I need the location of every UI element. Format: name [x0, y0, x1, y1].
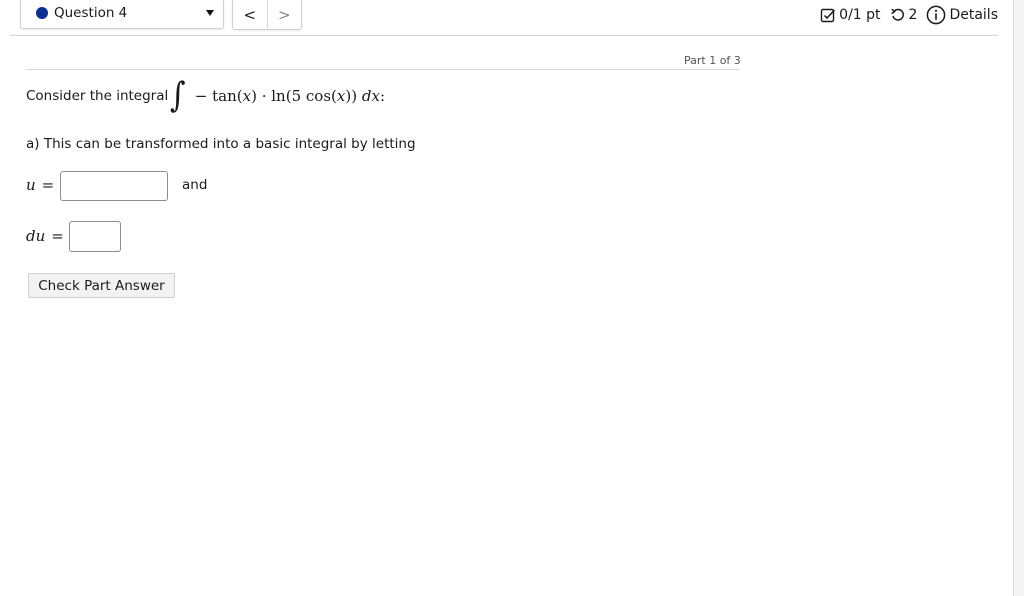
details-button[interactable]: Details: [926, 5, 998, 25]
integral-expression: ∫ − tan(x) · ln(5 cos(x)) dx:: [170, 75, 385, 116]
question-nav: < >: [232, 0, 302, 30]
retry-button[interactable]: 2: [890, 7, 918, 23]
question-select[interactable]: Question 4: [20, 0, 224, 29]
du-label: du =: [26, 227, 64, 245]
part-divider: [26, 69, 739, 70]
previous-question-button[interactable]: <: [233, 0, 267, 29]
score-text: 0/1 pt: [839, 7, 881, 23]
du-answer-input[interactable]: [69, 221, 121, 252]
question-tools: 0/1 pt 2 Details: [811, 4, 998, 26]
details-label: Details: [949, 7, 998, 23]
top-bar: Question 4 < > 0/1 pt 2 Details: [10, 0, 998, 36]
retry-icon: [890, 8, 904, 21]
u-answer-input[interactable]: [60, 171, 168, 201]
score-indicator: 0/1 pt: [820, 7, 881, 23]
scrollbar[interactable]: [1013, 0, 1024, 596]
retries-count: 2: [908, 7, 918, 23]
caret-down-icon: [206, 10, 214, 16]
question-prompt: Consider the integral: [26, 88, 169, 104]
integral-sign: ∫: [170, 75, 186, 116]
next-question-button[interactable]: >: [266, 0, 302, 29]
check-part-answer-button[interactable]: Check Part Answer: [28, 273, 175, 298]
question-label: Question 4: [54, 5, 128, 21]
and-text: and: [182, 177, 208, 193]
u-label: u =: [26, 176, 55, 194]
info-icon: [927, 5, 946, 25]
checkbox-icon: [820, 8, 836, 23]
integrand: − tan(x) · ln(5 cos(x)) dx:: [194, 87, 385, 105]
part-indicator: Part 1 of 3: [684, 54, 741, 67]
part-a-instruction: a) This can be transformed into a basic …: [26, 136, 416, 152]
status-dot-icon: [36, 7, 48, 19]
page: Question 4 < > 0/1 pt 2 Details Part 1 o…: [0, 0, 1024, 596]
